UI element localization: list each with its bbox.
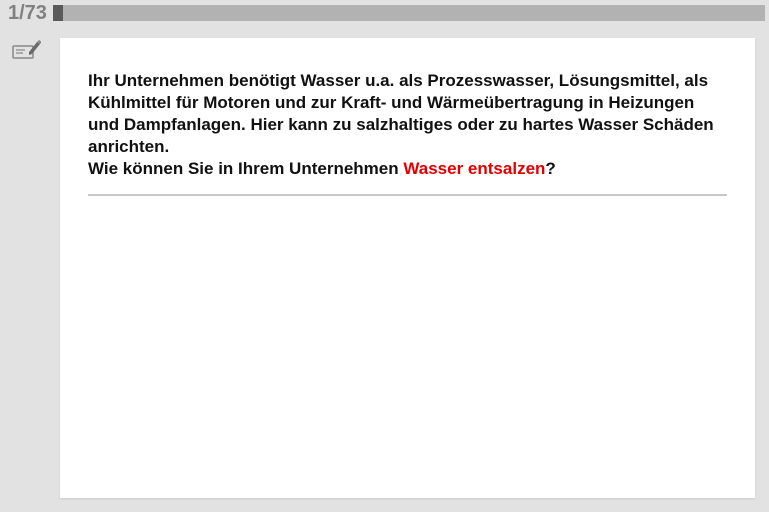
edit-icon[interactable] xyxy=(11,38,41,62)
page-counter: 1/73 xyxy=(0,2,53,25)
toolbar xyxy=(0,26,52,512)
question-text: Ihr Unternehmen benötigt Wasser u.a. als… xyxy=(88,70,727,196)
main-area: Ihr Unternehmen benötigt Wasser u.a. als… xyxy=(0,26,769,512)
question-prompt-prefix: Wie können Sie in Ihrem Unternehmen xyxy=(88,159,403,178)
progress-bar: 1/73 xyxy=(0,0,769,26)
question-highlight: Wasser entsalzen xyxy=(403,159,545,178)
progress-fill xyxy=(53,5,63,21)
content-card: Ihr Unternehmen benötigt Wasser u.a. als… xyxy=(60,38,755,498)
question-intro: Ihr Unternehmen benötigt Wasser u.a. als… xyxy=(88,71,714,156)
progress-track[interactable] xyxy=(53,5,765,21)
question-prompt-suffix: ? xyxy=(545,159,555,178)
